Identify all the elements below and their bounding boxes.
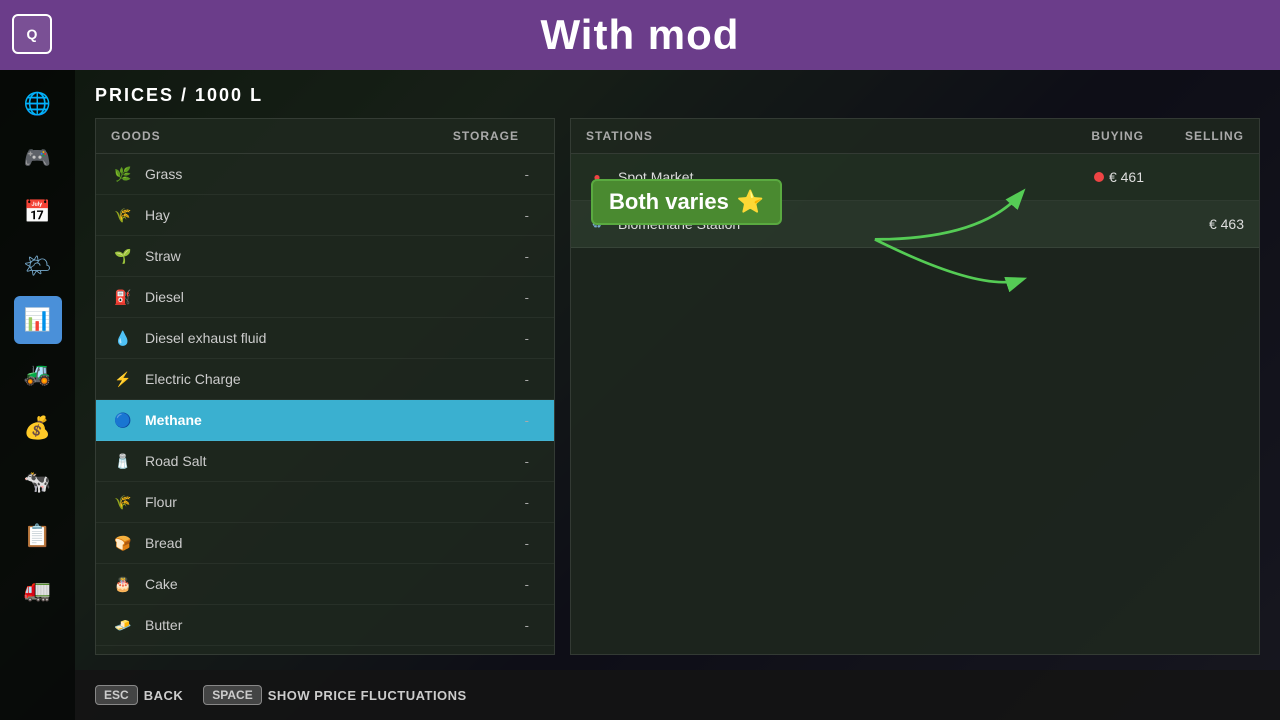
top-bar: Q With mod [0,0,1280,70]
goods-icon-methane: 🔵 [111,408,135,432]
goods-item-storage: - [525,331,539,346]
goods-item-name: Hay [145,207,525,223]
page-main-title: With mod [541,11,740,59]
goods-item[interactable]: 🌿 Grass - [96,154,554,195]
sidebar-icon-tractor[interactable]: 🚜 [14,350,62,398]
goods-item-storage: - [525,372,539,387]
goods-item-name: Road Salt [145,453,525,469]
goods-item[interactable]: 💧 Diesel exhaust fluid - [96,318,554,359]
sidebar-icon-globe[interactable]: 🌐 [14,80,62,128]
selling-col-header: SELLING [1144,129,1244,143]
stations-list: ● Spot Market € 461 ♻ Biomethane Station… [571,154,1259,654]
sidebar: 🌐 🎮 📅 🌤 📊 🚜 💰 🐄 📋 🚛 [0,70,75,720]
goods-item-storage: - [525,208,539,223]
goods-icon-diesel-exhaust: 💧 [111,326,135,350]
sidebar-icon-calendar[interactable]: 📅 [14,188,62,236]
goods-item-name: Flour [145,494,525,510]
sidebar-icon-weather[interactable]: 🌤 [14,242,62,290]
goods-item-storage: - [525,495,539,510]
goods-icon-flour: 🌾 [111,490,135,514]
goods-col-header: GOODS [111,129,453,143]
station-selling: € 463 [1144,216,1244,232]
goods-item[interactable]: 🧈 Butter - [96,605,554,646]
sidebar-icon-chart[interactable]: 📊 [14,296,62,344]
goods-item[interactable]: 🍞 Bread - [96,523,554,564]
goods-item-name: Bread [145,535,525,551]
red-dot [1094,172,1104,182]
esc-back-button[interactable]: ESC BACK [95,685,183,705]
page-title: PRICES / 1000 L [95,85,1260,106]
q-button[interactable]: Q [12,14,52,54]
sidebar-icon-money[interactable]: 💰 [14,404,62,452]
goods-icon-hay: 🌾 [111,203,135,227]
both-varies-text: Both varies [609,189,729,215]
goods-item-storage: - [525,577,539,592]
bottom-bar: ESC BACK SPACE SHOW PRICE FLUCTUATIONS [75,670,1280,720]
goods-icon-cake: 🎂 [111,572,135,596]
sidebar-icon-cow[interactable]: 🐄 [14,458,62,506]
panels: GOODS STORAGE 🌿 Grass - 🌾 Hay - 🌱 Straw … [95,118,1260,655]
goods-item-storage: - [525,290,539,305]
fluctuations-label: SHOW PRICE FLUCTUATIONS [268,688,467,703]
goods-icon-straw: 🌱 [111,244,135,268]
goods-list: 🌿 Grass - 🌾 Hay - 🌱 Straw - ⛽ Diesel - 💧… [96,154,554,654]
goods-item[interactable]: ⛽ Diesel - [96,277,554,318]
goods-item[interactable]: 🔵 Methane - [96,400,554,441]
main-content: PRICES / 1000 L GOODS STORAGE 🌿 Grass - … [75,70,1280,670]
back-label: BACK [144,688,184,703]
sidebar-icon-notes[interactable]: 📋 [14,512,62,560]
goods-item[interactable]: 🧀 Cheese - [96,646,554,654]
goods-item-name: Grass [145,166,525,182]
goods-item[interactable]: 🌱 Straw - [96,236,554,277]
goods-item[interactable]: 🎂 Cake - [96,564,554,605]
goods-item[interactable]: ⚡ Electric Charge - [96,359,554,400]
goods-item-name: Butter [145,617,525,633]
goods-item-storage: - [525,618,539,633]
goods-item-storage: - [525,454,539,469]
goods-item-storage: - [525,536,539,551]
goods-item-name: Electric Charge [145,371,525,387]
stations-panel: STATIONS BUYING SELLING ● Spot Market € … [570,118,1260,655]
goods-icon-bread: 🍞 [111,531,135,555]
storage-col-header: STORAGE [453,129,539,143]
goods-icon-electric-charge: ⚡ [111,367,135,391]
both-varies-badge: Both varies ⭐ [591,179,782,225]
buying-col-header: BUYING [1024,129,1144,143]
goods-item-name: Cake [145,576,525,592]
goods-item-storage: - [525,249,539,264]
space-key: SPACE [203,685,261,705]
goods-icon-grass: 🌿 [111,162,135,186]
goods-panel: GOODS STORAGE 🌿 Grass - 🌾 Hay - 🌱 Straw … [95,118,555,655]
sidebar-icon-logistics[interactable]: 🚛 [14,566,62,614]
goods-item[interactable]: 🧂 Road Salt - [96,441,554,482]
goods-item-name: Diesel exhaust fluid [145,330,525,346]
sidebar-icon-steering[interactable]: 🎮 [14,134,62,182]
stations-header: STATIONS BUYING SELLING [571,119,1259,154]
goods-item-name: Straw [145,248,525,264]
goods-header: GOODS STORAGE [96,119,554,154]
goods-icon-butter: 🧈 [111,613,135,637]
goods-icon-diesel: ⛽ [111,285,135,309]
goods-item-name: Diesel [145,289,525,305]
esc-key: ESC [95,685,138,705]
star-icon: ⭐ [737,189,764,215]
goods-item-storage: - [525,413,539,428]
goods-item-name: Methane [145,412,525,428]
goods-icon-road-salt: 🧂 [111,449,135,473]
goods-item[interactable]: 🌾 Flour - [96,482,554,523]
stations-col-header: STATIONS [586,129,1024,143]
station-buying: € 461 [1024,169,1144,185]
goods-item[interactable]: 🌾 Hay - [96,195,554,236]
goods-item-storage: - [525,167,539,182]
space-fluctuations-button[interactable]: SPACE SHOW PRICE FLUCTUATIONS [203,685,466,705]
